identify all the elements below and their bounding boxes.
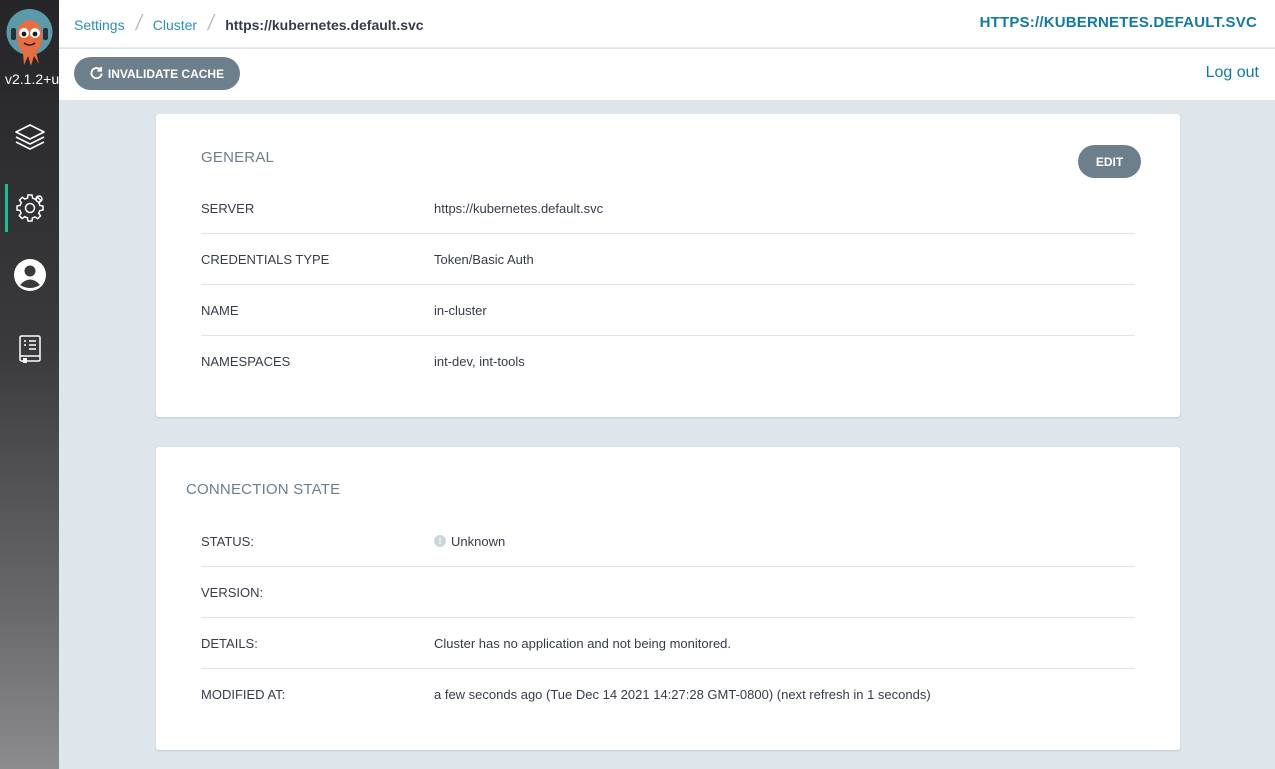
row-value: Cluster has no application and not being…	[434, 635, 732, 651]
general-card: GENERAL EDIT SERVER https://kubernetes.d…	[156, 114, 1180, 417]
toolbar: INVALIDATE CACHE Log out	[59, 49, 1275, 100]
row-key: MODIFIED AT:	[201, 687, 286, 702]
general-row-name: NAME in-cluster	[201, 285, 1135, 336]
breadcrumb-separator: /	[133, 10, 145, 35]
row-key: NAME	[201, 302, 239, 318]
row-value: a few seconds ago (Tue Dec 14 2021 14:27…	[434, 687, 931, 702]
sidebar-item-applications[interactable]	[0, 109, 59, 165]
row-value: ! Unknown	[434, 534, 505, 549]
gear-icon	[15, 193, 45, 223]
connection-row-version: VERSION:	[201, 567, 1135, 618]
connection-state-card: CONNECTION STATE STATUS: ! Unknown VERSI…	[156, 447, 1180, 750]
breadcrumb: Settings / Cluster / https://kubernetes.…	[74, 10, 424, 36]
unknown-status-icon: !	[434, 535, 446, 547]
row-key: SERVER	[201, 200, 255, 216]
status-text: Unknown	[451, 533, 506, 549]
general-row-namespaces: NAMESPACES int-dev, int-tools	[201, 336, 1135, 387]
row-value: in-cluster	[434, 302, 487, 318]
sidebar-item-documentation[interactable]	[0, 321, 59, 377]
sidebar: v2.1.2+u	[0, 0, 59, 769]
row-key: CREDENTIALS TYPE	[201, 251, 330, 267]
breadcrumb-settings[interactable]: Settings	[74, 17, 125, 33]
app-version: v2.1.2+u	[5, 71, 59, 87]
top-header: Settings / Cluster / https://kubernetes.…	[59, 0, 1275, 48]
general-row-credentials-type: CREDENTIALS TYPE Token/Basic Auth	[201, 234, 1135, 285]
layers-icon	[14, 121, 46, 153]
row-value: int-dev, int-tools	[434, 354, 525, 369]
invalidate-cache-label: INVALIDATE CACHE	[107, 66, 225, 81]
row-value: https://kubernetes.default.svc	[434, 200, 604, 216]
row-key: NAMESPACES	[201, 354, 291, 369]
connection-rows: STATUS: ! Unknown VERSION: DETAILS: Clus…	[201, 516, 1135, 720]
invalidate-cache-button[interactable]: INVALIDATE CACHE	[74, 57, 240, 90]
row-key: DETAILS:	[201, 635, 258, 651]
page-title: HTTPS://KUBERNETES.DEFAULT.SVC	[979, 14, 1257, 31]
user-circle-icon	[13, 258, 47, 292]
connection-row-modified-at: MODIFIED AT: a few seconds ago (Tue Dec …	[201, 669, 1135, 720]
refresh-icon	[90, 66, 108, 82]
connection-state-title: CONNECTION STATE	[186, 481, 341, 498]
breadcrumb-separator: /	[205, 10, 217, 35]
connection-row-status: STATUS: ! Unknown	[201, 516, 1135, 567]
book-icon	[18, 334, 42, 364]
sidebar-item-settings[interactable]	[0, 180, 59, 236]
general-rows: SERVER https://kubernetes.default.svc CR…	[201, 183, 1135, 387]
edit-button[interactable]: EDIT	[1078, 145, 1141, 178]
general-title: GENERAL	[201, 149, 275, 166]
breadcrumb-cluster[interactable]: Cluster	[153, 17, 197, 33]
argo-logo[interactable]	[6, 8, 53, 68]
breadcrumb-current: https://kubernetes.default.svc	[225, 17, 424, 33]
row-key: VERSION:	[201, 584, 264, 600]
logout-link[interactable]: Log out	[1206, 64, 1259, 82]
sidebar-item-user-info[interactable]	[0, 247, 59, 303]
row-value: Token/Basic Auth	[434, 251, 534, 267]
connection-row-details: DETAILS: Cluster has no application and …	[201, 618, 1135, 669]
row-key: STATUS:	[201, 533, 254, 549]
general-row-server: SERVER https://kubernetes.default.svc	[201, 183, 1135, 234]
